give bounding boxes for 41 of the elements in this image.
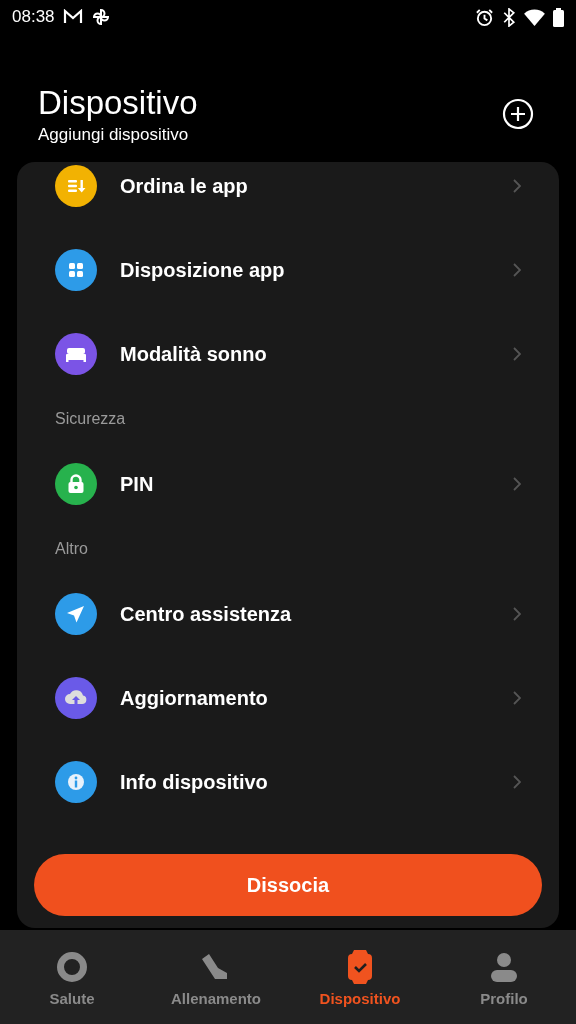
nav-tab[interactable]: Profilo [432,930,576,1024]
send-icon [55,593,97,635]
chevron-icon [513,179,521,193]
mail-icon [62,9,83,25]
status-time: 08:38 [12,7,55,27]
lock-icon [55,463,97,505]
chevron-icon [513,775,521,789]
battery-icon [553,7,564,27]
settings-row[interactable]: Ordina le app [17,162,559,228]
add-icon[interactable] [502,98,534,130]
bluetooth-icon [502,7,516,27]
chevron-icon [513,347,521,361]
alarm-icon [475,7,494,27]
settings-row[interactable]: Modalità sonno [17,312,559,396]
chevron-icon [513,607,521,621]
info-icon [55,761,97,803]
sort-icon [55,165,97,207]
section-header: Altro [55,540,88,558]
grid-icon [55,249,97,291]
settings-row[interactable]: Centro assistenza [17,572,559,656]
cloud-icon [55,677,97,719]
bed-icon [55,333,97,375]
ring-icon [56,950,88,983]
pinwheel-icon [90,7,111,27]
person-icon [488,950,520,983]
nav-tab[interactable]: Salute [0,930,144,1024]
page-subtitle: Aggiungi dispositivo [38,125,190,145]
page-title: Dispositivo [38,83,199,123]
dissociate-button[interactable]: Dissocia [34,854,542,916]
settings-row[interactable]: PIN [17,442,559,526]
nav-tab[interactable]: Dispositivo [288,930,432,1024]
settings-row[interactable]: Aggiornamento [17,656,559,740]
chevron-icon [513,691,521,705]
watch-icon [347,949,373,984]
settings-row[interactable]: Info dispositivo [17,740,559,824]
chevron-icon [513,263,521,277]
nav-tab[interactable]: Allenamento [144,930,288,1024]
wifi-icon [524,8,545,26]
chevron-icon [513,477,521,491]
section-header: Sicurezza [55,410,126,428]
settings-row[interactable]: Disposizione app [17,228,559,312]
